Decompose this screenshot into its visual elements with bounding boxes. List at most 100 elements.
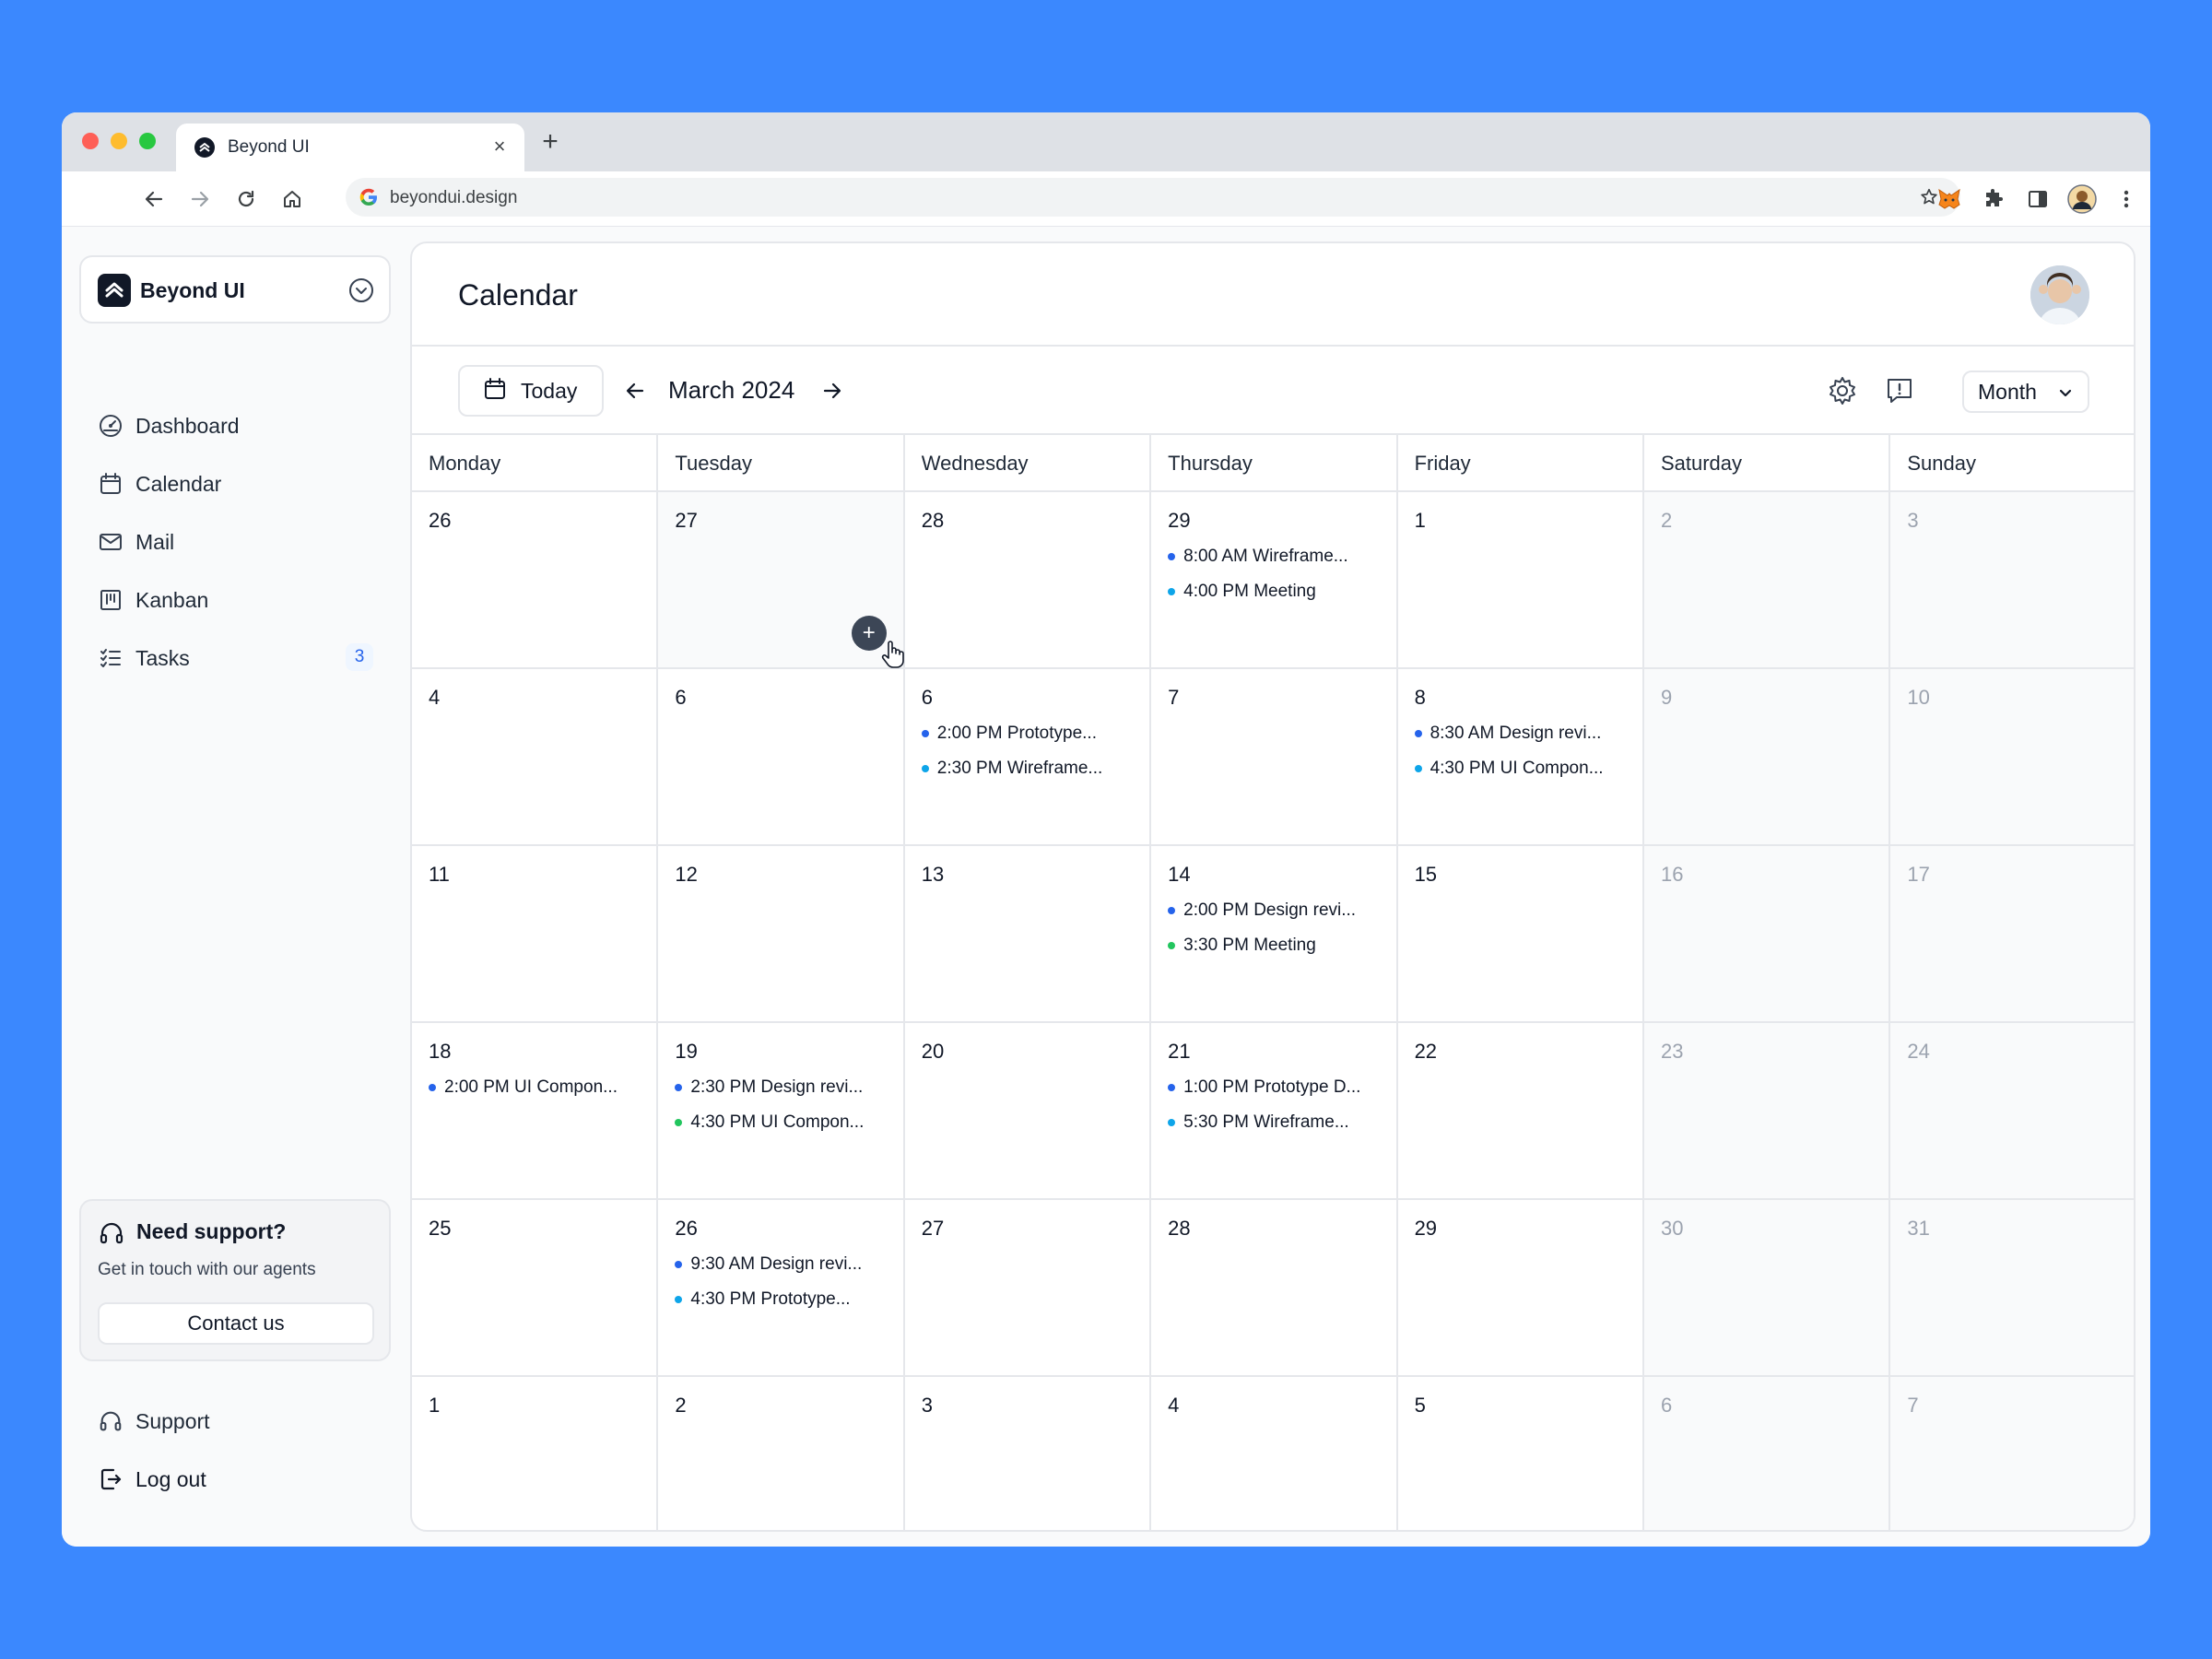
day-cell[interactable]: 3 [1890, 492, 2134, 667]
day-cell[interactable]: 23 [1643, 1023, 1891, 1198]
day-cell[interactable]: 29 8:00 AM Wireframe... 4:00 PM Meeting [1151, 492, 1398, 667]
day-cell[interactable]: 10 [1890, 669, 2134, 844]
next-month-arrow-icon[interactable] [818, 376, 847, 406]
calendar-event[interactable]: 4:30 PM Prototype... [675, 1287, 902, 1312]
today-button[interactable]: Today [458, 365, 604, 417]
day-cell[interactable]: 7 [1890, 1377, 2134, 1530]
browser-tab[interactable]: Beyond UI × [176, 124, 524, 171]
day-cell[interactable]: 2 [1643, 492, 1891, 667]
day-number: 3 [921, 1394, 934, 1417]
day-cell[interactable]: 11 [412, 846, 659, 1021]
home-icon[interactable] [276, 182, 309, 216]
calendar-event[interactable]: 2:30 PM Wireframe... [921, 756, 1149, 782]
forward-icon[interactable] [183, 182, 217, 216]
day-number: 15 [1414, 863, 1438, 886]
day-cell[interactable]: 4 [1151, 1377, 1398, 1530]
user-avatar[interactable] [2030, 265, 2089, 324]
calendar-event[interactable]: 2:00 PM Design revi... [1168, 898, 1395, 924]
reload-icon[interactable] [229, 182, 263, 216]
nav-item-mail[interactable]: Mail [97, 522, 373, 562]
day-cell[interactable]: 1 [1398, 492, 1644, 667]
day-number: 12 [675, 863, 698, 886]
calendar-event[interactable]: 3:30 PM Meeting [1168, 933, 1395, 959]
side-panel-icon[interactable] [2021, 182, 2054, 216]
day-cell[interactable]: 22 [1398, 1023, 1644, 1198]
day-cell[interactable]: 28 [905, 492, 1152, 667]
day-cell[interactable]: 19 2:30 PM Design revi... 4:30 PM UI Compo… [658, 1023, 905, 1198]
day-cell[interactable]: 16 [1643, 846, 1891, 1021]
day-cell[interactable]: 12 [658, 846, 905, 1021]
metamask-fox-icon[interactable] [1933, 182, 1966, 216]
day-cell[interactable]: 13 [905, 846, 1152, 1021]
nav-item-support[interactable]: Support [97, 1401, 373, 1441]
day-cell[interactable]: 6 2:00 PM Prototype... 2:30 PM Wireframe..… [905, 669, 1152, 844]
nav-item-tasks[interactable]: Tasks 3 [97, 638, 373, 678]
day-cell[interactable]: 18 2:00 PM UI Compon... [412, 1023, 659, 1198]
extensions-puzzle-icon[interactable] [1977, 182, 2010, 216]
nav-item-kanban[interactable]: Kanban [97, 580, 373, 620]
day-cell[interactable]: 28 [1151, 1200, 1398, 1375]
nav-item-calendar[interactable]: Calendar [97, 464, 373, 504]
calendar-event[interactable]: 1:00 PM Prototype D... [1168, 1075, 1395, 1100]
previous-month-arrow-icon[interactable] [620, 376, 650, 406]
day-cell[interactable]: 8 8:30 AM Design revi... 4:30 PM UI Compon… [1398, 669, 1644, 844]
week-row: 11 12 13 14 2:00 PM Design revi... 3:30 PM Me… [412, 846, 2134, 1023]
headset-icon [97, 1407, 124, 1435]
calendar-event[interactable]: 2:00 PM Prototype... [921, 721, 1149, 747]
day-number: 5 [1414, 1394, 1426, 1417]
day-cell[interactable]: 9 [1643, 669, 1891, 844]
day-cell[interactable]: 20 [905, 1023, 1152, 1198]
workspace-switcher[interactable]: Beyond UI [79, 255, 391, 324]
day-cell[interactable]: 17 [1890, 846, 2134, 1021]
day-cell[interactable]: 27 [905, 1200, 1152, 1375]
calendar-event[interactable]: 4:30 PM UI Compon... [1414, 756, 1642, 782]
feedback-icon[interactable] [1881, 372, 1918, 409]
day-cell[interactable]: 2 [658, 1377, 905, 1530]
day-number: 30 [1660, 1217, 1684, 1240]
event-dot-icon [1414, 765, 1422, 772]
address-bar[interactable]: beyondui.design [346, 178, 1960, 217]
calendar-event[interactable]: 8:30 AM Design revi... [1414, 721, 1642, 747]
day-cell[interactable]: 6 [1643, 1377, 1891, 1530]
day-cell[interactable]: 14 2:00 PM Design revi... 3:30 PM Meeting [1151, 846, 1398, 1021]
event-dot-icon [921, 730, 929, 737]
close-window-button[interactable] [82, 133, 99, 149]
calendar-event[interactable]: 5:30 PM Wireframe... [1168, 1110, 1395, 1135]
new-tab-button[interactable]: + [535, 127, 566, 159]
day-cell[interactable]: 26 [412, 492, 659, 667]
day-cell[interactable]: 30 [1643, 1200, 1891, 1375]
day-cell[interactable]: 25 [412, 1200, 659, 1375]
calendar-event[interactable]: 4:30 PM UI Compon... [675, 1110, 902, 1135]
gear-icon[interactable] [1824, 372, 1861, 409]
day-cell[interactable]: 31 [1890, 1200, 2134, 1375]
profile-avatar-icon[interactable] [2065, 182, 2099, 216]
maximize-window-button[interactable] [139, 133, 156, 149]
day-cell[interactable]: 15 [1398, 846, 1644, 1021]
calendar-event[interactable]: 2:00 PM UI Compon... [429, 1075, 656, 1100]
day-cell[interactable]: 26 9:30 AM Design revi... 4:30 PM Prototyp… [658, 1200, 905, 1375]
minimize-window-button[interactable] [111, 133, 127, 149]
day-cell[interactable]: 24 [1890, 1023, 2134, 1198]
day-cell[interactable]: 27 + [658, 492, 905, 668]
back-icon[interactable] [137, 182, 171, 216]
calendar-panel: Calendar Today March 2024 Month Monday T… [410, 241, 2136, 1532]
day-cell[interactable]: 4 [412, 669, 659, 844]
day-cell[interactable]: 21 1:00 PM Prototype D... 5:30 PM Wirefram… [1151, 1023, 1398, 1198]
day-cell[interactable]: 3 [905, 1377, 1152, 1530]
day-cell[interactable]: 6 [658, 669, 905, 844]
nav-item-logout[interactable]: Log out [97, 1459, 373, 1500]
calendar-event[interactable]: 8:00 AM Wireframe... [1168, 544, 1395, 570]
contact-us-button[interactable]: Contact us [98, 1302, 374, 1345]
calendar-event[interactable]: 4:00 PM Meeting [1168, 579, 1395, 605]
view-select[interactable]: Month [1962, 371, 2089, 413]
tab-close-icon[interactable]: × [488, 134, 512, 159]
calendar-event[interactable]: 2:30 PM Design revi... [675, 1075, 902, 1100]
day-cell[interactable]: 7 [1151, 669, 1398, 844]
calendar-event[interactable]: 9:30 AM Design revi... [675, 1252, 902, 1277]
browser-menu-icon[interactable] [2110, 182, 2143, 216]
day-number: 26 [675, 1217, 698, 1240]
day-cell[interactable]: 1 [412, 1377, 659, 1530]
day-cell[interactable]: 29 [1398, 1200, 1644, 1375]
day-cell[interactable]: 5 [1398, 1377, 1644, 1530]
nav-item-dashboard[interactable]: Dashboard [97, 406, 373, 446]
